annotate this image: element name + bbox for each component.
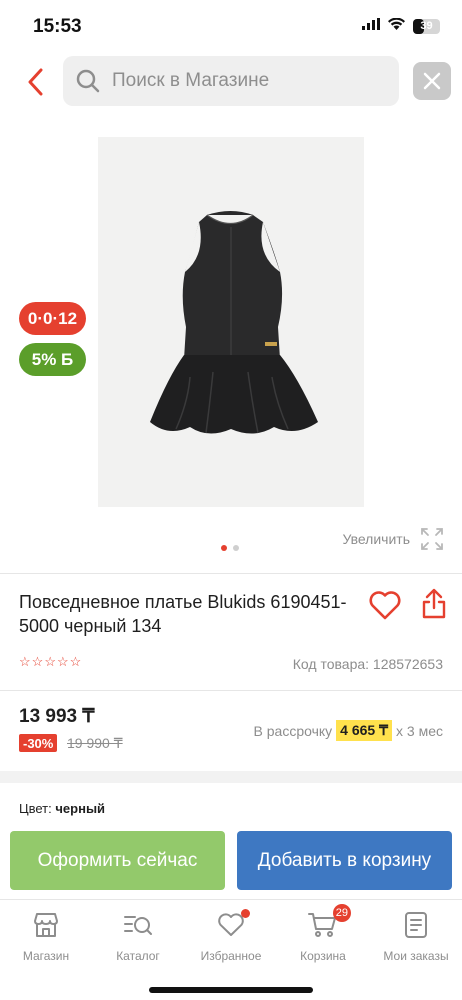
installment-amount: 4 665 ₸: [336, 720, 393, 741]
share-button[interactable]: [420, 588, 448, 620]
status-bar: 15:53 39: [0, 0, 462, 50]
chevron-left-icon: [28, 68, 43, 96]
tab-label: Избранное: [200, 949, 262, 963]
price: 13 993 ₸: [19, 706, 95, 727]
star-icon: ☆: [44, 654, 56, 669]
wifi-icon: [388, 17, 405, 35]
heart-icon: [216, 909, 250, 940]
color-value: черный: [55, 801, 106, 816]
share-icon: [422, 588, 446, 619]
zoom-label: Увеличить: [342, 531, 410, 547]
divider: [0, 573, 462, 574]
zoom-button[interactable]: Увеличить: [342, 527, 444, 551]
add-to-cart-button[interactable]: Добавить в корзину: [237, 831, 452, 890]
search-bar[interactable]: [63, 56, 399, 106]
favorite-button[interactable]: [368, 589, 402, 621]
tab-cart[interactable]: 29 Корзина: [283, 904, 363, 963]
discount-badge: -30%: [19, 734, 58, 752]
section-separator: [0, 771, 462, 783]
product-code: Код товара: 128572653: [292, 656, 443, 672]
old-price: 19 990 ₸: [67, 735, 123, 751]
tab-store[interactable]: Магазин: [6, 910, 86, 963]
installment-term: x 3 мес: [396, 722, 443, 739]
star-icon: ☆: [19, 654, 31, 669]
image-pagination: [221, 545, 239, 551]
tab-favorites[interactable]: Избранное: [191, 909, 271, 963]
orders-icon: [401, 910, 431, 940]
tab-my-orders[interactable]: Мои заказы: [376, 910, 456, 963]
star-icon: ☆: [31, 654, 44, 669]
catalog-search-icon: [123, 910, 153, 940]
product-title: Повседневное платье Blukids 6190451-5000…: [19, 592, 347, 636]
tab-label: Магазин: [22, 949, 70, 963]
star-icon: ☆: [69, 654, 82, 669]
tab-label: Каталог: [116, 949, 160, 963]
search-input[interactable]: [112, 70, 382, 92]
battery-icon: 39: [413, 18, 440, 34]
color-label: Цвет:: [19, 801, 52, 816]
pagination-dot[interactable]: [221, 545, 227, 551]
installment-badge: 0·0·12: [19, 302, 86, 335]
tab-label: Корзина: [300, 949, 346, 963]
notification-dot: [241, 909, 250, 918]
cart-icon: 29: [308, 904, 351, 940]
divider: [0, 690, 462, 691]
status-icons: 39: [362, 17, 440, 35]
expand-icon: [421, 528, 443, 550]
search-icon: [75, 68, 101, 94]
close-button[interactable]: [413, 62, 451, 100]
search-header: [0, 56, 462, 108]
battery-level: 39: [420, 20, 433, 32]
product-image[interactable]: [98, 137, 364, 507]
tab-label: Мои заказы: [383, 949, 449, 963]
heart-icon: [369, 591, 401, 620]
rating-stars: ☆ ☆ ☆ ☆ ☆: [19, 655, 81, 668]
home-indicator: [149, 987, 313, 993]
status-time: 15:53: [33, 16, 82, 37]
tab-catalog[interactable]: Каталог: [98, 910, 178, 963]
installment-info[interactable]: В рассрочку 4 665 ₸ x 3 мес: [254, 720, 443, 741]
bottom-tab-bar: Магазин Каталог Избранное 29 Корзина Мои…: [0, 899, 462, 1000]
pagination-dot[interactable]: [233, 545, 239, 551]
signal-icon: [362, 17, 380, 35]
star-icon: ☆: [56, 654, 69, 669]
bonus-badge: 5% Б: [19, 343, 86, 376]
color-row: Цвет: черный: [19, 801, 105, 816]
store-icon: [31, 910, 61, 940]
order-now-button[interactable]: Оформить сейчас: [10, 831, 225, 890]
close-icon: [423, 72, 441, 90]
dress-illustration: [98, 137, 364, 507]
back-button[interactable]: [20, 64, 50, 100]
cart-count-badge: 29: [332, 904, 351, 922]
installment-prefix: В рассрочку: [253, 722, 333, 739]
